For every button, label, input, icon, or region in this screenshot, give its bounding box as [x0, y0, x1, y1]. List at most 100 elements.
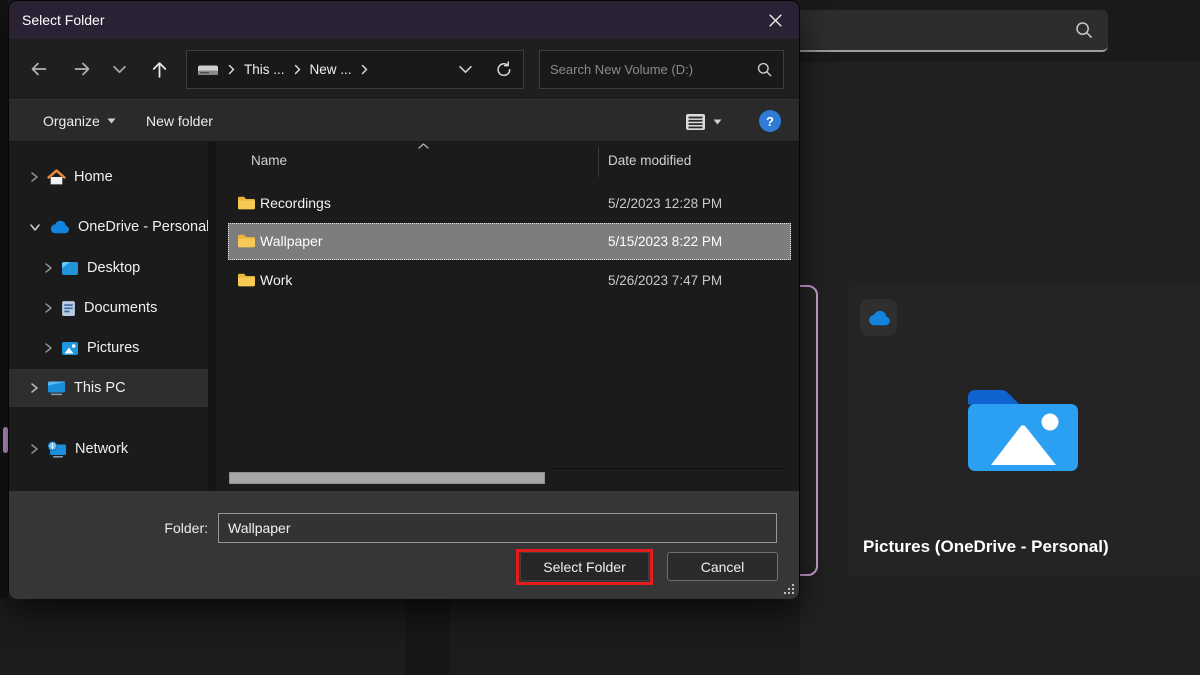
up-arrow-icon: [150, 60, 169, 79]
dialog-search-box[interactable]: [539, 50, 784, 89]
sidebar-label: OneDrive - Personal: [78, 219, 209, 235]
breadcrumb-separator-icon: [294, 64, 301, 75]
pictures-icon: [61, 341, 79, 356]
chevron-down-icon: [113, 65, 126, 74]
dialog-footer: Folder: Select Folder Cancel: [9, 491, 799, 599]
navigation-toolbar: This ... New ...: [9, 39, 799, 99]
folder-field-label: Folder:: [109, 520, 208, 536]
chevron-right-icon: [43, 262, 53, 274]
chevron-down-icon: [29, 222, 41, 232]
onedrive-icon: [49, 220, 70, 234]
new-folder-label: New folder: [146, 113, 213, 129]
dialog-search-input[interactable]: [550, 62, 756, 77]
back-button[interactable]: [21, 50, 55, 88]
column-header-date-modified[interactable]: Date modified: [608, 153, 691, 168]
sidebar-label: Network: [75, 441, 128, 457]
organize-label: Organize: [43, 113, 100, 129]
file-row-wallpaper[interactable]: Wallpaper 5/15/2023 8:22 PM: [228, 223, 791, 260]
new-folder-button[interactable]: New folder: [146, 100, 213, 141]
change-view-button[interactable]: [685, 110, 722, 134]
desktop-screen: Pictures (OneDrive - Personal) Select Fo…: [0, 0, 1200, 675]
file-date: 5/15/2023 8:22 PM: [608, 234, 722, 249]
select-folder-button[interactable]: Select Folder: [520, 552, 649, 581]
file-name: Recordings: [260, 195, 331, 211]
close-icon: [769, 14, 782, 27]
sidebar-label: Desktop: [87, 260, 140, 276]
folder-icon: [237, 195, 256, 210]
up-button[interactable]: [142, 50, 176, 88]
folder-name-input[interactable]: [218, 513, 777, 543]
background-pane-divider: [405, 598, 450, 675]
onedrive-badge: [860, 299, 897, 336]
help-icon: ?: [766, 114, 774, 129]
file-date: 5/26/2023 7:47 PM: [608, 273, 722, 288]
home-icon: [47, 169, 66, 186]
chevron-right-icon: [29, 443, 39, 455]
details-view-icon: [685, 113, 706, 131]
column-separator[interactable]: [598, 147, 599, 177]
folder-icon: [237, 233, 256, 248]
forward-button[interactable]: [65, 50, 99, 88]
horizontal-scrollbar-thumb[interactable]: [229, 472, 545, 484]
dialog-titlebar: Select Folder: [9, 1, 799, 39]
resize-grip-icon[interactable]: [782, 582, 796, 596]
onedrive-icon: [867, 310, 891, 326]
command-bar: Organize New folder: [9, 99, 799, 142]
pictures-icon: [43, 342, 53, 354]
background-search-bar[interactable]: [768, 10, 1108, 52]
sidebar-item-documents[interactable]: Documents: [9, 289, 208, 327]
sidebar-item-onedrive[interactable]: OneDrive - Personal: [9, 208, 208, 246]
list-bottom-edge: [554, 468, 786, 469]
address-dropdown-icon[interactable]: [459, 65, 472, 74]
pane-divider[interactable]: [208, 142, 216, 491]
search-icon: [1074, 20, 1094, 40]
cancel-button[interactable]: Cancel: [667, 552, 778, 581]
chevron-right-icon: [29, 171, 39, 183]
pictures-folder-icon: [960, 374, 1086, 478]
forward-arrow-icon: [73, 60, 92, 78]
refresh-icon[interactable]: [495, 61, 513, 79]
address-bar[interactable]: This ... New ...: [186, 50, 524, 89]
sidebar-item-desktop[interactable]: Desktop: [9, 249, 208, 287]
pictures-tile[interactable]: Pictures (OneDrive - Personal): [848, 286, 1200, 576]
sidebar-label: Home: [74, 169, 113, 185]
documents-icon: [61, 300, 76, 317]
sidebar-label: Documents: [84, 300, 157, 316]
chevron-right-icon: [29, 382, 39, 394]
breadcrumb-separator-icon: [361, 64, 368, 75]
sidebar-item-network[interactable]: Network: [9, 430, 208, 468]
help-button[interactable]: ?: [759, 110, 781, 132]
desktop-icon: [61, 261, 79, 276]
close-button[interactable]: [755, 1, 795, 39]
file-row-work[interactable]: Work 5/26/2023 7:47 PM: [228, 262, 791, 299]
file-date: 5/2/2023 12:28 PM: [608, 196, 722, 211]
select-folder-dialog: Select Folder: [8, 0, 800, 598]
column-header-name[interactable]: Name: [251, 153, 287, 168]
caret-down-icon: [713, 119, 722, 125]
file-name: Work: [260, 272, 292, 288]
sort-ascending-icon: [418, 143, 429, 149]
navigation-pane: Home OneDrive - Personal: [9, 142, 208, 491]
chevron-right-icon: [43, 302, 53, 314]
dialog-main-area: Home OneDrive - Personal: [9, 142, 799, 491]
background-bottom-area: [0, 598, 800, 675]
breadcrumb-new-volume[interactable]: New ...: [310, 62, 352, 77]
recent-locations-button[interactable]: [104, 50, 134, 88]
caret-down-icon: [107, 118, 116, 124]
search-icon: [756, 61, 773, 78]
background-left-strip: [0, 0, 8, 675]
back-arrow-icon: [29, 60, 48, 78]
tile-label: Pictures (OneDrive - Personal): [863, 537, 1109, 557]
network-icon: [47, 441, 67, 458]
sidebar-item-this-pc[interactable]: This PC: [9, 369, 208, 407]
file-row-recordings[interactable]: Recordings 5/2/2023 12:28 PM: [228, 185, 791, 222]
breadcrumb-separator-icon: [228, 64, 235, 75]
sidebar-label: Pictures: [87, 340, 139, 356]
this-pc-icon: [47, 380, 66, 396]
sidebar-item-home[interactable]: Home: [9, 158, 208, 196]
dialog-title: Select Folder: [22, 12, 104, 28]
breadcrumb-this-pc[interactable]: This ...: [244, 62, 285, 77]
file-name: Wallpaper: [260, 233, 323, 249]
sidebar-item-pictures[interactable]: Pictures: [9, 329, 208, 367]
organize-button[interactable]: Organize: [43, 100, 116, 141]
